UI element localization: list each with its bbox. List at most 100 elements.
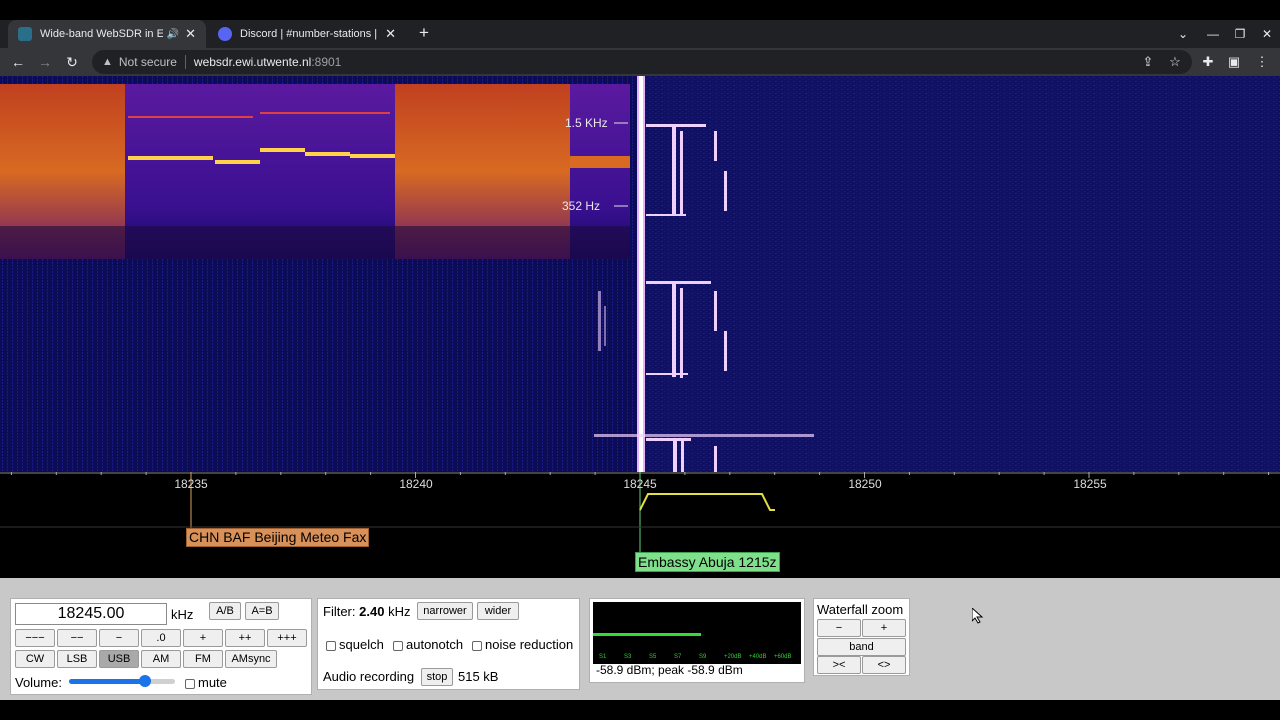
waterfall-display[interactable]: 1.5 KHz 352 Hz (0, 76, 1280, 472)
wider-button[interactable]: wider (477, 602, 519, 620)
autonotch-label: autonotch (406, 637, 464, 652)
scale-tick-18235: 18235 (174, 477, 208, 491)
volume-fill (69, 679, 146, 684)
waterfall-zoom-title: Waterfall zoom (817, 602, 904, 617)
step-button-m[interactable]: − (99, 629, 139, 647)
url-divider (184, 55, 186, 69)
tab-title: Wide-band WebSDR in Ensch (40, 28, 163, 40)
step-button-pp[interactable]: ++ (225, 629, 265, 647)
step-button-mmm[interactable]: −−− (15, 629, 55, 647)
step-button-ppp[interactable]: +++ (267, 629, 307, 647)
close-window-icon[interactable]: ✕ (1254, 20, 1280, 48)
security-label: Not secure (118, 55, 177, 69)
noise-reduction-label: noise reduction (485, 637, 574, 652)
forward-icon[interactable]: → (33, 48, 57, 76)
tab-websdr[interactable]: Wide-band WebSDR in Ensch 🔊 ✕ (8, 20, 206, 48)
noise-reduction-checkbox-box[interactable] (472, 640, 482, 651)
discord-icon (218, 27, 232, 41)
restore-icon[interactable]: ❐ (1227, 20, 1253, 48)
menu-icon[interactable]: ⋮ (1250, 48, 1274, 76)
zoom-out-button[interactable]: <> (862, 656, 906, 674)
control-area: 18245.00 kHz A/B A=B −−− −− − .0 + ++ ++… (0, 578, 1280, 700)
warning-icon: ▲ (102, 56, 113, 68)
tab-discord[interactable]: Discord | #number-stations | X0 ✕ (208, 20, 406, 48)
station-label-abuja[interactable]: Embassy Abuja 1215z (635, 552, 780, 572)
step-button-p[interactable]: + (183, 629, 223, 647)
bottom-bar (0, 700, 1280, 720)
frequency-input[interactable]: 18245.00 (15, 603, 167, 625)
scale-tick-18250: 18250 (848, 477, 882, 491)
smeter-scale-label: +20dB (724, 654, 742, 660)
squelch-label: squelch (339, 637, 384, 652)
smeter-scale-label: S1 (599, 654, 607, 660)
minimize-icon[interactable]: — (1200, 20, 1226, 48)
freq-unit: kHz (171, 607, 194, 622)
websdr-icon (18, 27, 32, 41)
url-port: :8901 (311, 55, 342, 69)
filter-value: 2.40 (359, 604, 385, 619)
mute-checkbox-box[interactable] (185, 678, 195, 689)
mode-usb-button[interactable]: USB (99, 650, 139, 668)
reload-icon[interactable]: ↻ (60, 48, 84, 76)
close-tab-icon[interactable]: ✕ (385, 26, 396, 42)
station-label-beijing[interactable]: CHN BAF Beijing Meteo Fax (186, 528, 370, 547)
smeter-scale-label: S7 (674, 654, 682, 660)
marker-352hz: 352 Hz (562, 199, 600, 213)
mode-amsync-button[interactable]: AMsync (225, 650, 277, 668)
marker-1-5khz: 1.5 KHz (565, 116, 608, 130)
filter-readout: Filter: 2.40 kHz (323, 604, 410, 619)
tab-title: Discord | #number-stations | X0 (240, 28, 380, 40)
filter-panel: Filter: 2.40 kHz narrower wider squelch … (317, 598, 580, 690)
recording-size: 515 kB (458, 669, 499, 684)
waterfall-zoom-panel: Waterfall zoom − + band >< <> (813, 598, 910, 676)
noise-reduction-checkbox[interactable]: noise reduction (472, 637, 573, 652)
address-bar: ← → ↻ ▲ Not secure websdr.ewi.utwente.nl… (0, 48, 1280, 76)
squelch-checkbox[interactable]: squelch (326, 637, 384, 652)
a-equals-b-button[interactable]: A=B (245, 602, 279, 620)
frequency-scale[interactable]: 18235 18240 18245 18250 18255 CHN BAF Be… (0, 472, 1280, 578)
autonotch-checkbox-box[interactable] (393, 640, 403, 651)
mode-am-button[interactable]: AM (141, 650, 181, 668)
step-button-mm[interactable]: −− (57, 629, 97, 647)
mouse-cursor-icon (972, 608, 984, 624)
zoom-band-button[interactable]: band (817, 638, 906, 656)
smeter-scale-label: S9 (699, 654, 707, 660)
volume-slider[interactable] (69, 675, 175, 687)
bookmark-star-icon[interactable]: ☆ (1163, 48, 1187, 76)
audio-recording-label: Audio recording (323, 669, 415, 684)
autonotch-checkbox[interactable]: autonotch (393, 637, 463, 652)
smeter-scale-label: S5 (649, 654, 657, 660)
ab-button[interactable]: A/B (209, 602, 241, 620)
speaker-icon[interactable]: 🔊 (167, 29, 179, 40)
step-button-round[interactable]: .0 (141, 629, 181, 647)
zoom-minus-button[interactable]: − (817, 619, 861, 637)
waterfall-spectrogram[interactable]: 1.5 KHz 352 Hz (0, 76, 1280, 472)
mode-cw-button[interactable]: CW (15, 650, 55, 668)
squelch-checkbox-box[interactable] (326, 640, 336, 651)
extensions-icon[interactable]: ✚ (1196, 48, 1220, 76)
share-icon[interactable]: ⇪ (1136, 48, 1160, 76)
signal-readout: -58.9 dBm; peak -58.9 dBm (596, 663, 743, 677)
mode-lsb-button[interactable]: LSB (57, 650, 97, 668)
volume-thumb[interactable] (139, 675, 152, 687)
url-host: websdr.ewi.utwente.nl (193, 55, 312, 69)
new-tab-button[interactable]: + (414, 20, 434, 48)
scale-tick-18245: 18245 (623, 477, 657, 491)
url-field[interactable]: ▲ Not secure websdr.ewi.utwente.nl :8901 (92, 50, 1192, 74)
close-tab-icon[interactable]: ✕ (185, 26, 196, 42)
filter-unit: kHz (388, 604, 411, 619)
stop-recording-button[interactable]: stop (421, 668, 453, 686)
side-panel-icon[interactable]: ▣ (1222, 48, 1246, 76)
zoom-in-button[interactable]: >< (817, 656, 861, 674)
back-icon[interactable]: ← (6, 48, 30, 76)
narrower-button[interactable]: narrower (417, 602, 473, 620)
mute-checkbox[interactable]: mute (185, 675, 227, 690)
smeter-scale-label: +60dB (774, 654, 792, 660)
smeter-display: S1 S3 S5 S7 S9 +20dB +40dB +60dB (593, 602, 801, 664)
scale-tick-18240: 18240 (399, 477, 433, 491)
smeter-panel: S1 S3 S5 S7 S9 +20dB +40dB +60dB -58.9 dBm; pea… (589, 598, 805, 683)
tab-search-icon[interactable]: ⌄ (1170, 20, 1196, 48)
zoom-plus-button[interactable]: + (862, 619, 906, 637)
scale-tick-18255: 18255 (1073, 477, 1107, 491)
mode-fm-button[interactable]: FM (183, 650, 223, 668)
